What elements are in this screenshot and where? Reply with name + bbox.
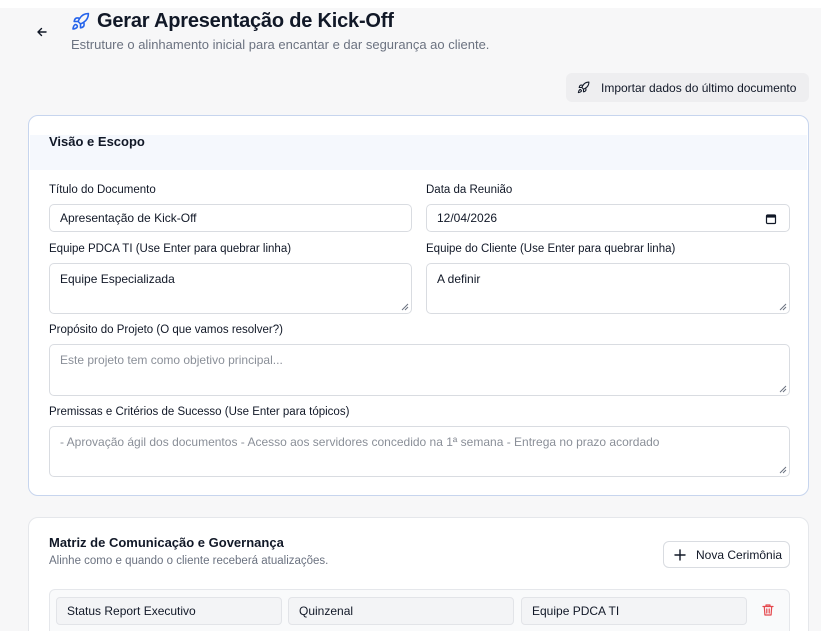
purpose-placeholder: Este projeto tem como objetivo principal… (60, 353, 283, 367)
resize-grip-icon[interactable] (401, 303, 409, 311)
section-subtitle-matrix: Alinhe como e quando o cliente receberá … (49, 555, 329, 567)
premises-placeholder: - Aprovação ágil dos documentos - Acesso… (60, 435, 660, 449)
vision-scope-card: Visão e Escopo Título do Documento Apres… (28, 115, 809, 496)
section-title-vision: Visão e Escopo (49, 134, 145, 149)
premises-label: Premissas e Critérios de Sucesso (Use En… (49, 406, 350, 418)
frequency-input[interactable]: Quinzenal (288, 597, 514, 625)
client-team-value: A definir (437, 272, 481, 286)
team-label: Equipe PDCA TI (Use Enter para quebrar l… (49, 243, 292, 255)
doc-title-label: Título do Documento (49, 184, 156, 196)
owner-input[interactable]: Equipe PDCA TI (521, 597, 747, 625)
team-value: Equipe Especializada (60, 272, 175, 286)
new-ceremony-button[interactable]: Nova Cerimônia (663, 541, 790, 568)
premises-textarea[interactable]: - Aprovação ágil dos documentos - Acesso… (49, 426, 790, 477)
resize-grip-icon[interactable] (779, 466, 787, 474)
doc-title-value: Apresentação de Kick-Off (60, 211, 197, 225)
doc-title-input[interactable]: Apresentação de Kick-Off (49, 204, 412, 232)
import-button-label: Importar dados do último documento (601, 80, 797, 95)
arrow-left-icon (37, 27, 47, 37)
team-textarea[interactable]: Equipe Especializada (49, 263, 412, 314)
calendar-icon[interactable] (765, 213, 777, 225)
section-title-matrix: Matriz de Comunicação e Governança (49, 535, 284, 550)
meeting-date-input[interactable]: 12/04/2026 (426, 204, 790, 232)
purpose-textarea[interactable]: Este projeto tem como objetivo principal… (49, 344, 790, 396)
meeting-date-value: 12/04/2026 (437, 211, 498, 225)
client-team-textarea[interactable]: A definir (426, 263, 790, 314)
ceremony-value: Status Report Executivo (67, 604, 196, 618)
ceremony-input[interactable]: Status Report Executivo (56, 597, 282, 625)
new-ceremony-label: Nova Cerimônia (696, 547, 783, 562)
rocket-icon (577, 81, 590, 94)
communication-matrix-card: Matriz de Comunicação e Governança Alinh… (28, 517, 809, 631)
owner-value: Equipe PDCA TI (532, 604, 620, 618)
plus-icon (674, 548, 686, 561)
purpose-label: Propósito do Projeto (O que vamos resolv… (49, 324, 283, 336)
top-band (0, 0, 821, 8)
resize-grip-icon[interactable] (779, 303, 787, 311)
meeting-date-label: Data da Reunião (426, 184, 513, 196)
back-button[interactable] (33, 23, 51, 41)
page-title: Gerar Apresentação de Kick-Off (97, 10, 394, 32)
resize-grip-icon[interactable] (779, 385, 787, 393)
table-row: Status Report Executivo Quinzenal Equipe… (49, 589, 790, 631)
page-subtitle: Estruture o alinhamento inicial para enc… (71, 37, 490, 52)
rocket-icon (71, 12, 90, 31)
client-team-label: Equipe do Cliente (Use Enter para quebra… (426, 243, 676, 255)
import-last-document-button[interactable]: Importar dados do último documento (566, 73, 809, 102)
trash-icon[interactable] (761, 603, 775, 617)
page-header: Gerar Apresentação de Kick-Off (71, 10, 394, 33)
frequency-value: Quinzenal (299, 604, 354, 618)
card-header-band (30, 135, 807, 170)
